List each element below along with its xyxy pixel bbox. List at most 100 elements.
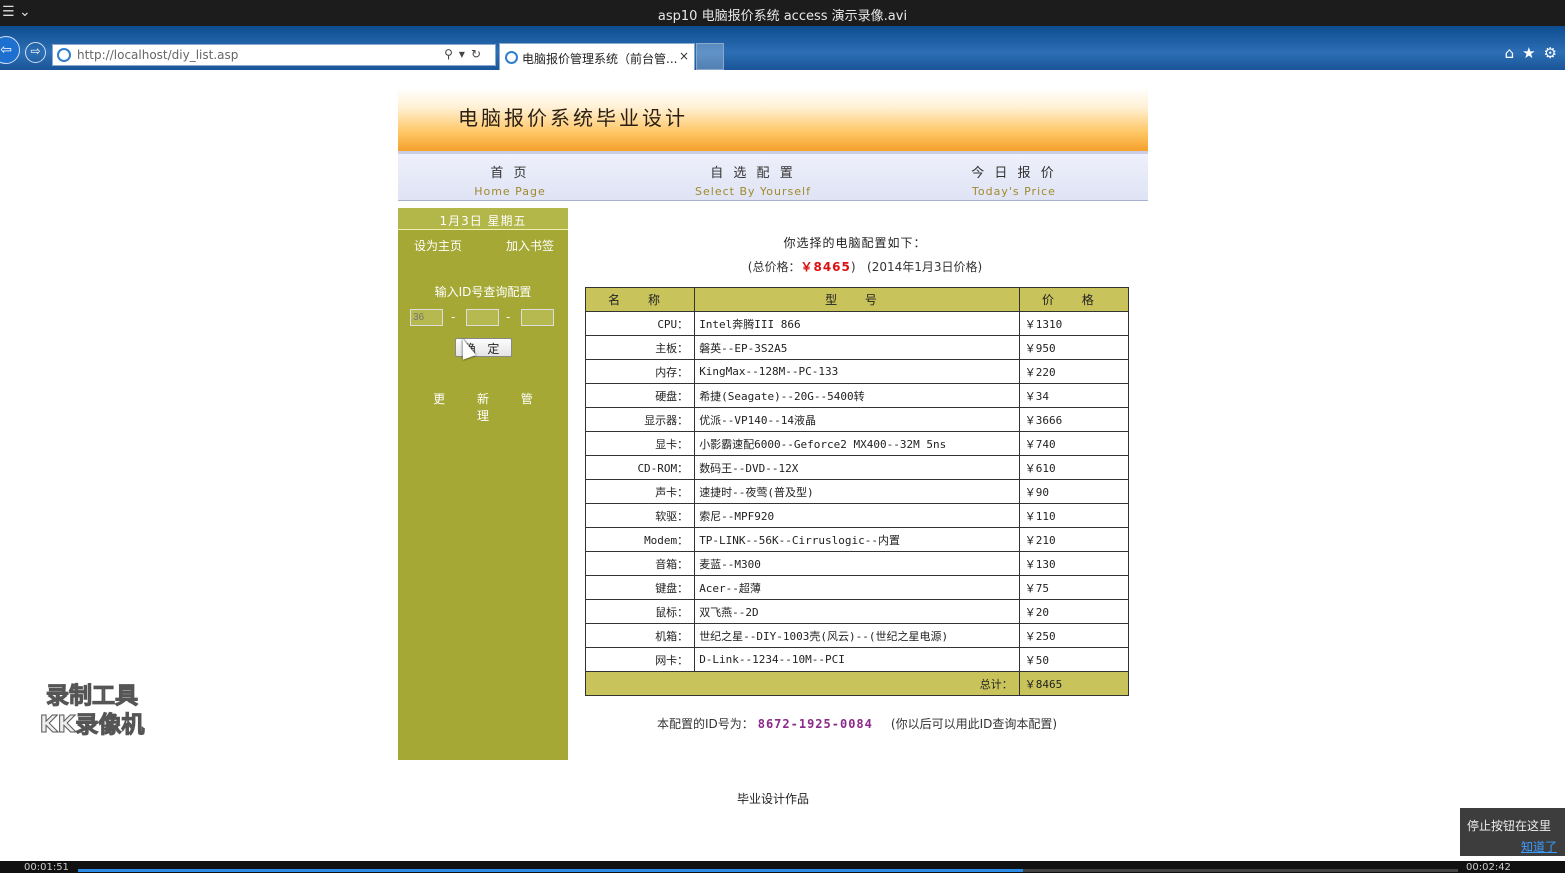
table-row: 内存： KingMax--128M--PC-133 ￥220	[584, 359, 1130, 384]
header-name: 名 称	[584, 287, 696, 312]
row-price: ￥90	[1018, 479, 1130, 504]
row-name: 机箱：	[584, 623, 696, 648]
nav-home-cn: 首 页	[490, 166, 530, 181]
stop-tip-popup: 停止按钮在这里 知道了	[1460, 808, 1565, 856]
header-price: 价 格	[1018, 287, 1130, 312]
row-model: Intel奔腾III 866	[694, 311, 1020, 336]
back-icon[interactable]: ⇦	[0, 36, 20, 64]
bookmark-link[interactable]: 加入书签	[506, 237, 554, 254]
config-id-value: 8672-1925-0084	[757, 717, 873, 731]
header-model: 型 号	[694, 287, 1020, 312]
watermark-line-2: KK录像机	[39, 712, 145, 739]
row-model: 优派--VP140--14液晶	[694, 407, 1020, 432]
home-icon[interactable]: ⌂	[1505, 44, 1523, 62]
table-header-row: 名 称 型 号 价 格	[584, 287, 1130, 312]
row-name: 主板：	[584, 335, 696, 360]
nav-home-en: Home Page	[474, 185, 546, 198]
table-row: CPU： Intel奔腾III 866 ￥1310	[584, 311, 1130, 336]
table-row: 鼠标： 双飞燕--2D ￥20	[584, 599, 1130, 624]
address-tools-icon[interactable]: ⚲▾↻	[444, 47, 487, 61]
row-name: 软驱：	[584, 503, 696, 528]
table-row: 键盘： Acer--超薄 ￥75	[584, 575, 1130, 600]
row-model: 世纪之星--DIY-1003壳(风云)--(世纪之星电源)	[694, 623, 1020, 648]
window-title-bar: ☰ ⌄ asp10 电脑报价系统 access 演示录像.avi	[0, 0, 1565, 26]
row-name: 显卡：	[584, 431, 696, 456]
address-text: http://localhost/diy_list.asp	[77, 48, 239, 62]
table-row: 主板： 磐英--EP-3S2A5 ￥950	[584, 335, 1130, 360]
row-price: ￥220	[1018, 359, 1130, 384]
progress-track[interactable]	[78, 869, 1458, 872]
row-name: CPU：	[584, 311, 696, 336]
browser-tab[interactable]: 电脑报价管理系统（前台管... ×	[499, 43, 695, 70]
tip-dismiss-link[interactable]: 知道了	[1467, 838, 1565, 855]
ie-logo-icon	[57, 48, 71, 62]
row-model: 速捷时--夜莺(普及型)	[694, 479, 1020, 504]
config-id-line: 本配置的ID号为： 8672-1925-0084 (你以后可以用此ID查询本配置)	[585, 715, 1129, 732]
row-name: 内存：	[584, 359, 696, 384]
total-line: (总价格：￥8465) (2014年1月3日价格)	[585, 258, 1125, 275]
row-model: 麦蓝--M300	[694, 551, 1020, 576]
set-home-link[interactable]: 设为主页	[414, 237, 462, 254]
row-model: 索尼--MPF920	[694, 503, 1020, 528]
address-bar[interactable]: http://localhost/diy_list.asp ⚲▾↻	[52, 44, 496, 66]
nav-select-cn: 自 选 配 置	[710, 166, 796, 181]
row-model: 磐英--EP-3S2A5	[694, 335, 1020, 360]
query-id-field-2[interactable]	[466, 309, 499, 326]
query-id-inputs: - -	[410, 309, 556, 327]
table-total-row: 总计： ￥8465	[585, 671, 1130, 696]
new-tab-button[interactable]	[696, 43, 724, 70]
total-suffix: )	[850, 260, 856, 274]
settings-gear-icon[interactable]: ⚙	[1544, 44, 1565, 62]
config-id-note: (你以后可以用此ID查询本配置)	[890, 717, 1058, 731]
total-prefix: (总价格：	[747, 260, 801, 274]
query-id-field-1[interactable]	[410, 309, 443, 326]
row-name: 鼠标：	[584, 599, 696, 624]
table-row: Modem： TP-LINK--56K--Cirruslogic--内置 ￥210	[584, 527, 1130, 552]
row-name: 声卡：	[584, 479, 696, 504]
sidebar-links: 设为主页 加入书签	[414, 237, 554, 254]
row-price: ￥20	[1018, 599, 1130, 624]
query-label: 输入ID号查询配置	[434, 285, 532, 299]
tab-title: 电脑报价管理系统（前台管...	[522, 52, 678, 66]
row-name: 网卡：	[584, 647, 696, 672]
query-dash-2: -	[506, 310, 511, 324]
table-row: 网卡： D-Link--1234--10M--PCI ￥50	[584, 647, 1130, 672]
table-row: CD-ROM： 数码王--DVD--12X ￥610	[584, 455, 1130, 480]
banner-title: 电脑报价系统毕业设计	[458, 106, 688, 130]
config-id-label: 本配置的ID号为：	[656, 717, 754, 731]
query-dash-1: -	[451, 310, 456, 324]
watermark-line-1: 录制工具	[46, 683, 139, 710]
row-price: ￥950	[1018, 335, 1130, 360]
row-model: TP-LINK--56K--Cirruslogic--内置	[694, 527, 1020, 552]
row-name: 键盘：	[584, 575, 696, 600]
row-price: ￥210	[1018, 527, 1130, 552]
table-row: 硬盘： 希捷(Seagate)--20G--5400转 ￥34	[584, 383, 1130, 408]
total-value: ￥8465	[1018, 671, 1130, 696]
tab-close-icon[interactable]: ×	[679, 49, 689, 63]
row-name: 硬盘：	[584, 383, 696, 408]
table-row: 显卡： 小影霸速配6000--Geforce2 MX400--32M 5ns ￥74…	[584, 431, 1130, 456]
nav-select-yourself[interactable]: 自 选 配 置 Select By Yourself	[688, 162, 818, 198]
player-bar: 00:01:51 00:02:42	[0, 861, 1565, 873]
total-label: 总计：	[585, 671, 1020, 696]
row-price: ￥610	[1018, 455, 1130, 480]
stop-tip-text: 停止按钮在这里	[1467, 819, 1552, 833]
favorites-star-icon[interactable]: ★	[1522, 44, 1543, 62]
nav-todays-price[interactable]: 今 日 报 价 Today's Price	[958, 162, 1070, 198]
browser-right-icons: ⌂★⚙	[1505, 44, 1565, 62]
progress-fill	[78, 869, 1024, 872]
row-price: ￥34	[1018, 383, 1130, 408]
total-price: ￥8465	[800, 260, 851, 274]
row-price: ￥1310	[1018, 311, 1130, 336]
page-footer: 毕业设计作品	[736, 792, 809, 806]
forward-icon[interactable]: ⇨	[25, 42, 46, 63]
row-price: ￥3666	[1018, 407, 1130, 432]
row-price: ￥110	[1018, 503, 1130, 528]
row-model: 小影霸速配6000--Geforce2 MX400--32M 5ns	[694, 431, 1020, 456]
query-id-field-3[interactable]	[521, 309, 554, 326]
nav-home[interactable]: 首 页 Home Page	[460, 162, 560, 198]
table-row: 显示器： 优派--VP140--14液晶 ￥3666	[584, 407, 1130, 432]
row-name: 音箱：	[584, 551, 696, 576]
update-management-link[interactable]: 更 新 管 理	[398, 390, 568, 424]
row-model: 希捷(Seagate)--20G--5400转	[694, 383, 1020, 408]
